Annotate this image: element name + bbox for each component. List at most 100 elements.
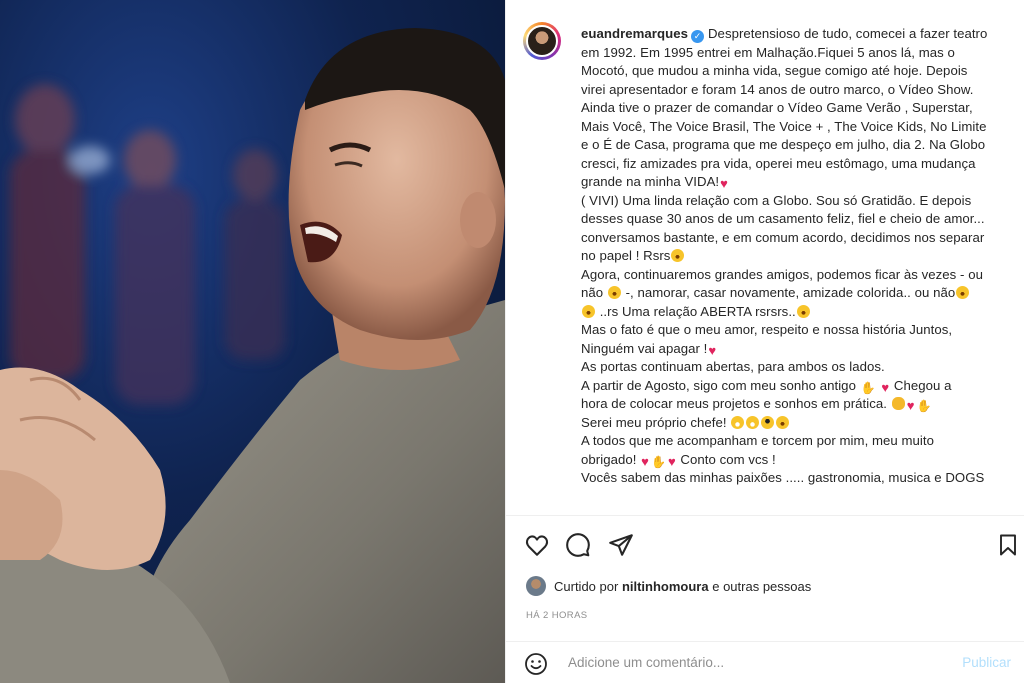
- caption-text: A partir de Agosto, sigo com meu sonho a…: [581, 377, 860, 393]
- caption-divider: [506, 515, 1024, 516]
- caption-text: conversamos bastante, e em comum acordo,…: [581, 229, 985, 245]
- author-username[interactable]: euandremarques: [581, 26, 688, 41]
- caption-line: em 1992. Em 1995 entrei em Malhação.Fiqu…: [581, 44, 1019, 63]
- liked-by-prefix: Curtido por: [554, 578, 619, 594]
- caption-text: ( VIVI) Uma linda relação com a Globo. S…: [581, 192, 972, 208]
- caption-line: Despretensioso de tudo, comecei a fazer …: [707, 26, 988, 41]
- caption-line: Mas o fato é que o meu amor, respeito e …: [581, 321, 1019, 340]
- save-button[interactable]: [995, 532, 1021, 558]
- caption-text: A todos que me acompanham e torcem por m…: [581, 433, 935, 448]
- caption-text: desses quase 30 anos de um casamento fel…: [581, 211, 985, 226]
- caption-first-line: euandremarques ✓ Despretensioso de tudo, c…: [581, 25, 1019, 44]
- caption-line: não -, namorar, casar novamente, amizade…: [581, 284, 1019, 303]
- caption-line: virei apresentador e foram 14 anos de ou…: [581, 81, 1019, 100]
- post-actions-bar: [506, 528, 1024, 562]
- laughing-emoji-icon: [776, 415, 790, 429]
- laughing-emoji-icon: [796, 304, 810, 318]
- praying-hands-emoji-icon: ✋: [860, 380, 876, 395]
- comment-button[interactable]: [565, 532, 591, 558]
- caption-text: -, namorar, casar novamente, amizade col…: [621, 285, 956, 300]
- caption-text: grande na minha VIDA!: [581, 174, 720, 189]
- caption-line: A todos que me acompanham e torcem por m…: [581, 432, 1019, 451]
- add-comment-bar: Publicar: [506, 642, 1024, 683]
- caption-line: Mais Você, The Voice Brasil, The Voice +…: [581, 118, 1019, 137]
- heart-emoji-icon: ♥: [641, 453, 649, 469]
- laughing-emoji-icon: [956, 286, 970, 299]
- caption-line: obrigado! ♥ ✋ ♥ Conto com vcs !: [581, 451, 1019, 470]
- fist-emoji-icon: [891, 397, 905, 410]
- author-avatar-photo: [526, 25, 558, 57]
- caption-text: [877, 378, 881, 393]
- like-button[interactable]: [524, 532, 550, 558]
- grinning-emoji-icon: [731, 415, 745, 429]
- heart-emoji-icon: ♥: [720, 176, 728, 191]
- caption-line: Ainda tive o prazer de comandar o Vídeo …: [581, 99, 1019, 118]
- caption-text: Serei meu próprio chefe!: [581, 414, 731, 430]
- grinning-emoji-icon: [746, 415, 760, 429]
- heart-emoji-icon: ♥: [906, 398, 915, 413]
- caption-scroll-area[interactable]: euandremarques ✓ Despretensioso de tudo, c…: [506, 0, 1024, 515]
- liked-by-user[interactable]: niltinhomoura: [622, 579, 709, 594]
- laughing-emoji-icon: [607, 286, 621, 299]
- sunglasses-emoji-icon: [761, 415, 775, 429]
- caption-fade: [506, 501, 1024, 515]
- heart-outline-icon: [525, 535, 549, 556]
- caption-text: no papel ! Rsrs: [581, 248, 671, 263]
- post-timestamp[interactable]: HÁ 2 HORAS: [526, 610, 588, 621]
- caption-text: As portas continuam abertas, para ambos …: [581, 359, 885, 374]
- laughing-emoji-icon: [582, 304, 595, 318]
- caption-line: hora de colocar meus projetos e sonhos e…: [581, 395, 1019, 414]
- verified-badge-icon: ✓: [690, 30, 704, 43]
- caption-line: cresci, fiz amizades pra vida, operei me…: [581, 155, 1019, 174]
- author-avatar[interactable]: [523, 22, 561, 60]
- caption-text: obrigado!: [581, 451, 641, 467]
- bookmark-icon: [1000, 534, 1016, 556]
- post-photo-illustration: [0, 28, 505, 683]
- caption-line: grande na minha VIDA!♥: [581, 173, 1019, 192]
- caption-text: Agora, continuaremos grandes amigos, pod…: [581, 266, 983, 282]
- caption-line: Agora, continuaremos grandes amigos, pod…: [581, 266, 1019, 285]
- caption-text: em 1992. Em 1995 entrei em Malhação.Fiqu…: [581, 44, 955, 60]
- post-details-panel: euandremarques ✓ Despretensioso de tudo, c…: [505, 0, 1024, 683]
- caption-text: não: [581, 285, 607, 300]
- laughing-emoji-icon: [671, 249, 685, 262]
- heart-emoji-icon: ♥: [708, 342, 717, 358]
- liked-by-suffix[interactable]: e outras pessoas: [712, 579, 811, 594]
- caption-text: hora de colocar meus projetos e sonhos e…: [581, 396, 891, 411]
- caption-text: Mais Você, The Voice Brasil, The Voice +…: [581, 118, 987, 134]
- caption-line: Vocês sabem das minhas paixões ..... gas…: [581, 469, 1019, 488]
- caption-line: As portas continuam abertas, para ambos …: [581, 358, 1019, 377]
- comment-bubble-icon: [566, 533, 590, 557]
- caption-text: Mas o fato é que o meu amor, respeito e …: [581, 322, 953, 337]
- caption-line: desses quase 30 anos de um casamento fel…: [581, 210, 1019, 229]
- caption-line: ( VIVI) Uma linda relação com a Globo. S…: [581, 192, 1019, 211]
- praying-hands-emoji-icon: ✋: [916, 399, 932, 413]
- caption-line: Serei meu próprio chefe!: [581, 414, 1019, 433]
- caption-text: ..rs Uma relação ABERTA rsrsrs..: [596, 303, 796, 319]
- share-button[interactable]: [608, 532, 634, 558]
- comment-input[interactable]: [566, 654, 950, 671]
- caption-line: e o É de Casa, programa que me despeço e…: [581, 136, 1019, 155]
- caption-text: Ainda tive o prazer de comandar o Vídeo …: [581, 100, 973, 115]
- liked-by-summary[interactable]: Curtido por niltinhomoura e outras pesso…: [526, 576, 811, 596]
- caption-line: Ninguém vai apagar !♥: [581, 340, 1019, 359]
- publish-button[interactable]: Publicar: [956, 654, 1017, 671]
- caption-text: virei apresentador e foram 14 anos de ou…: [581, 81, 974, 97]
- caption-line: Mocotó, que mudou a minha vida, segue co…: [581, 62, 1019, 81]
- caption-text: e o É de Casa, programa que me despeço e…: [581, 137, 986, 152]
- praying-hands-emoji-icon: ✋: [650, 454, 666, 469]
- caption-line: ..rs Uma relação ABERTA rsrsrs..: [581, 303, 1019, 322]
- paper-plane-icon: [609, 534, 633, 556]
- liker-avatar: [526, 576, 546, 596]
- caption-text: Mocotó, que mudou a minha vida, segue co…: [581, 63, 968, 78]
- post-caption: euandremarques ✓ Despretensioso de tudo, c…: [581, 25, 1019, 488]
- caption-line: A partir de Agosto, sigo com meu sonho a…: [581, 377, 1019, 396]
- post-photo: [0, 0, 505, 683]
- heart-emoji-icon: ♥: [667, 453, 676, 469]
- smiley-icon[interactable]: [524, 652, 548, 676]
- caption-text: Conto com vcs !: [676, 451, 776, 467]
- caption-line: conversamos bastante, e em comum acordo,…: [581, 229, 1019, 248]
- caption-line: no papel ! Rsrs: [581, 247, 1019, 266]
- caption-text: Ninguém vai apagar !: [581, 340, 708, 356]
- caption-text: cresci, fiz amizades pra vida, operei me…: [581, 155, 976, 171]
